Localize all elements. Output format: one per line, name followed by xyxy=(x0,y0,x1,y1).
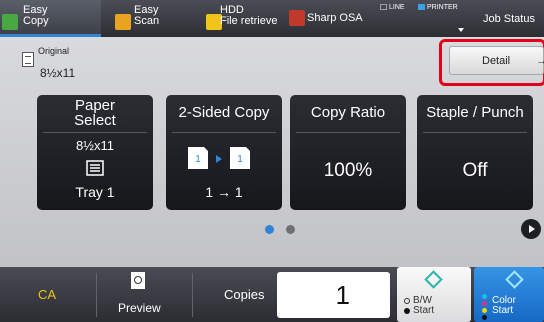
line-indicator-icon xyxy=(380,4,387,10)
svg-text:1: 1 xyxy=(195,154,201,165)
preview-icon xyxy=(131,272,145,289)
copy-icon xyxy=(2,14,18,30)
mode-label-line2: Scan xyxy=(134,15,160,27)
tile-title-line2: Select xyxy=(74,112,116,129)
black-dot-icon xyxy=(482,315,487,320)
tile-divider xyxy=(296,132,400,133)
mode-dot-icon xyxy=(404,308,410,314)
tile-title-line1: Paper xyxy=(74,97,116,114)
original-icon xyxy=(22,52,34,67)
mode-label-line2: Copy xyxy=(23,15,49,27)
paper-size: 8½x11 xyxy=(75,138,115,153)
page-indicator-active xyxy=(265,225,274,234)
preview-label: Preview xyxy=(118,301,161,315)
cyan-dot-icon xyxy=(482,294,487,299)
scan-icon xyxy=(115,14,131,30)
two-sided-copy-tile[interactable]: 2-Sided Copy 1 1 1 → 1 xyxy=(166,95,282,210)
osa-icon xyxy=(289,10,305,26)
copies-label: Copies xyxy=(224,287,265,302)
start-diamond-icon xyxy=(505,270,524,289)
tile-divider xyxy=(423,132,527,133)
tray-label: Tray 1 xyxy=(75,184,115,200)
staple-punch-tile[interactable]: Staple / Punch Off xyxy=(417,95,533,210)
yellow-dot-icon xyxy=(482,308,487,313)
magenta-dot-icon xyxy=(482,301,487,306)
copy-ratio-tile[interactable]: Copy Ratio 100% xyxy=(290,95,406,210)
copy-ratio-value: 100% xyxy=(323,160,373,181)
mode-dot-icon xyxy=(404,298,410,304)
detail-label: Detail xyxy=(482,55,511,67)
job-status-button[interactable]: Job Status xyxy=(483,13,535,25)
staple-punch-value: Off xyxy=(462,160,488,181)
printer-indicator: PRINTER xyxy=(418,4,458,11)
clear-all-button[interactable]: CA xyxy=(0,267,96,322)
printer-indicator-label: PRINTER xyxy=(427,4,458,11)
tray-icon xyxy=(86,160,104,176)
mode-sharp-osa[interactable]: Sharp OSA xyxy=(285,0,385,37)
mode-easy-scan[interactable]: Easy Scan xyxy=(103,0,191,37)
svg-text:1: 1 xyxy=(237,154,243,165)
original-size: 8½x11 xyxy=(40,66,76,80)
tile-title: Copy Ratio xyxy=(310,104,386,121)
tile-title: 2-Sided Copy xyxy=(178,104,270,121)
copies-value: 1 xyxy=(335,280,350,310)
original-label: Original xyxy=(38,46,70,56)
mode-label-line2: File retrieve xyxy=(220,15,278,27)
tile-title: Staple / Punch xyxy=(426,104,524,121)
bw-start-label-line2: Start xyxy=(413,305,435,316)
copies-input[interactable]: 1 xyxy=(277,272,390,318)
color-start-label-line2: Start xyxy=(492,305,514,316)
divider xyxy=(192,273,193,317)
arrow-right-icon: → xyxy=(536,55,544,67)
mode-easy-copy[interactable]: Easy Copy xyxy=(0,0,101,37)
duplex-mode: 1 → 1 xyxy=(205,184,243,200)
duplex-icon: 1 1 xyxy=(188,147,250,169)
next-page-icon[interactable] xyxy=(521,219,541,239)
caret-down-icon xyxy=(458,28,464,32)
start-diamond-icon xyxy=(424,270,443,289)
paper-select-tile[interactable]: Paper Select 8½x11 Tray 1 xyxy=(37,95,153,210)
line-indicator-label: LINE xyxy=(389,4,405,11)
detail-button[interactable]: Detail → xyxy=(449,46,544,75)
tile-divider xyxy=(172,132,276,133)
tile-divider xyxy=(43,132,147,133)
mode-hdd-file-retrieve[interactable]: HDD File retrieve xyxy=(194,0,282,37)
preview-button[interactable]: Preview xyxy=(97,267,192,322)
mode-label: Sharp OSA xyxy=(307,12,363,24)
color-start-button[interactable]: Color Start xyxy=(474,267,544,322)
bw-start-button[interactable]: B/W Start xyxy=(397,267,471,322)
page-indicator xyxy=(286,225,295,234)
line-indicator: LINE xyxy=(380,4,405,11)
printer-indicator-icon xyxy=(418,4,425,10)
clear-all-label: CA xyxy=(38,287,57,302)
